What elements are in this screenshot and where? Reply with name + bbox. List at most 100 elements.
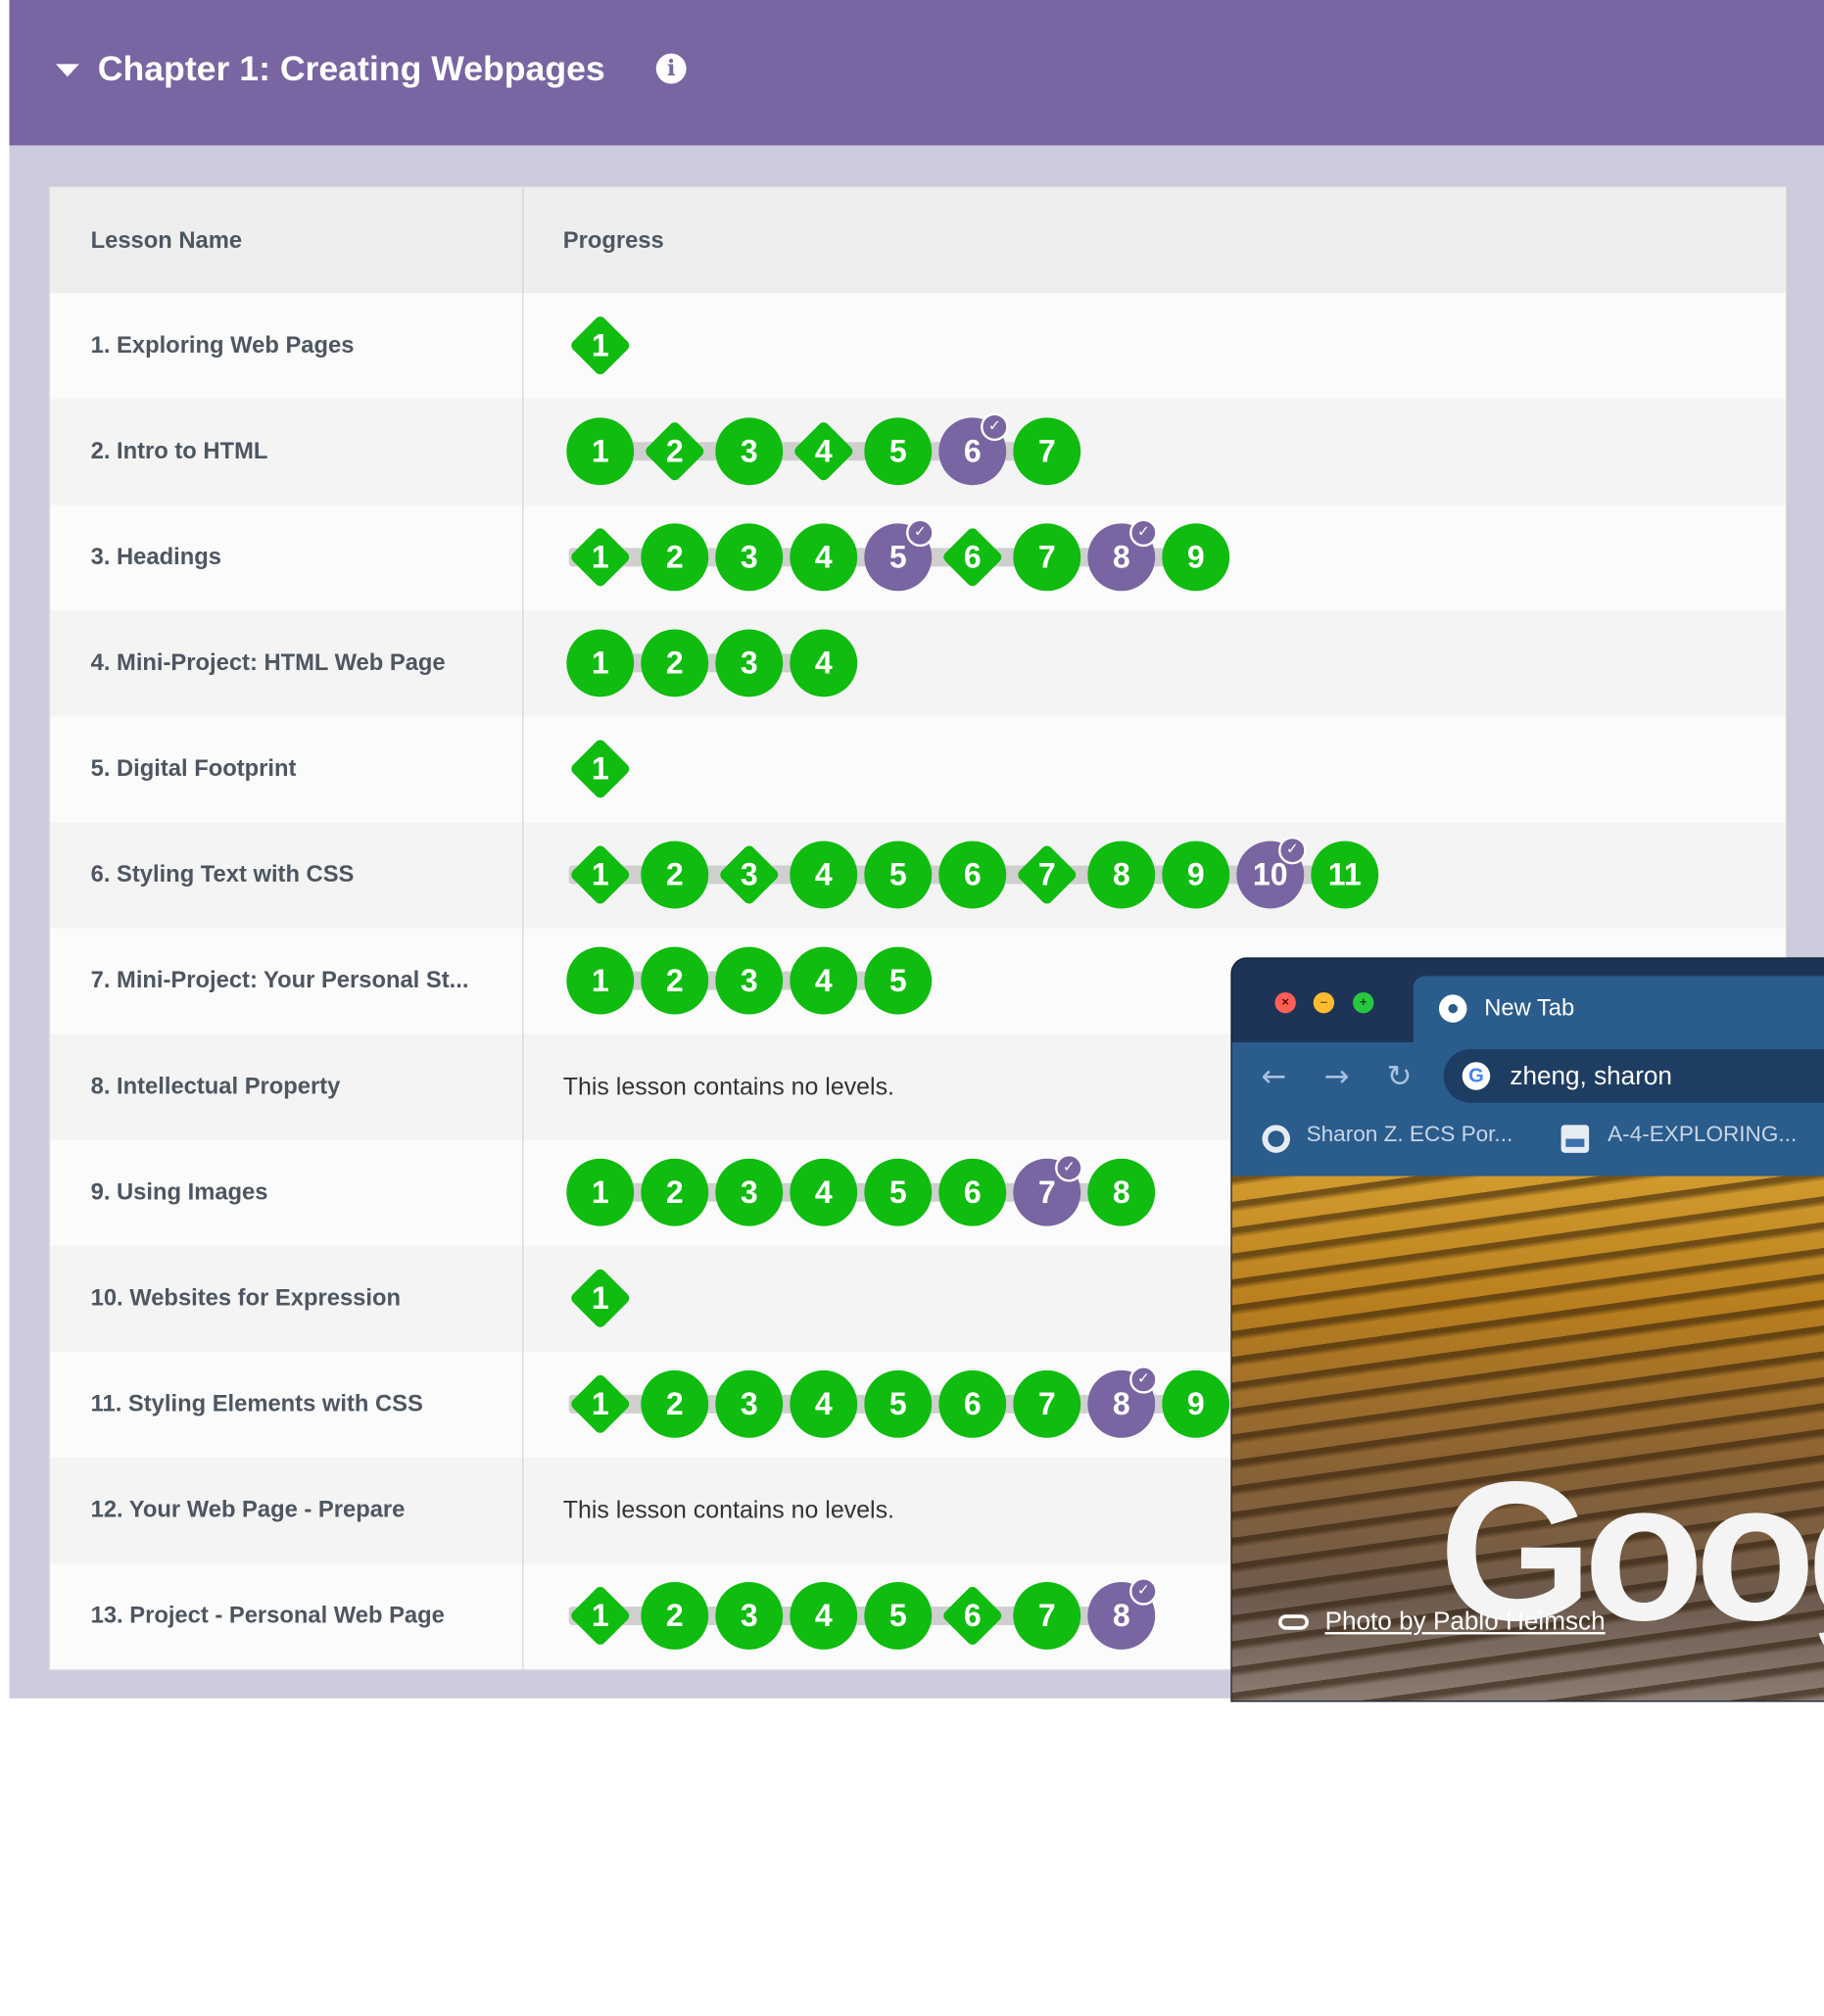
level-bubble[interactable]: 2 (641, 1582, 708, 1650)
browser-tab[interactable]: New Tab (1414, 976, 1824, 1042)
chapter-header[interactable]: Chapter 1: Creating Webpages i (10, 0, 1824, 145)
level-number: 1 (566, 312, 634, 379)
level-bubble[interactable]: 5 (864, 417, 932, 485)
level-bubble[interactable]: 9 (1162, 1370, 1229, 1438)
level-bubble[interactable]: 4 (790, 523, 857, 591)
level-bubble[interactable]: 4 (790, 629, 857, 696)
level-bubble[interactable]: 8 (1087, 841, 1155, 909)
lesson-name[interactable]: 6. Styling Text with CSS (91, 823, 355, 929)
browser-toolbar: ← → ↻ G zheng, sharon Sharon Z. ECS Por.… (1232, 1042, 1824, 1176)
level-bubble[interactable]: 5✓ (864, 523, 932, 591)
level-bubble[interactable]: 9 (1162, 841, 1229, 909)
level-bubble[interactable]: 2 (641, 1159, 708, 1226)
level-bubble[interactable]: 1 (566, 523, 634, 591)
level-bubble[interactable]: 1 (566, 1265, 634, 1332)
bookmark-exploring[interactable]: A-4-EXPLORING... (1608, 1115, 1797, 1157)
collapse-caret-icon[interactable] (56, 64, 79, 76)
level-bubble[interactable]: 6 (938, 841, 1006, 909)
level-bubble[interactable]: 7 (1013, 523, 1080, 591)
level-bubble[interactable]: 1 (566, 1582, 634, 1650)
level-bubble[interactable]: 6 (938, 1370, 1006, 1438)
level-bubble[interactable]: 5 (864, 1159, 932, 1226)
level-bubble[interactable]: 10✓ (1236, 841, 1304, 909)
level-bubble[interactable]: 6✓ (938, 417, 1006, 485)
info-icon[interactable]: i (656, 54, 687, 84)
level-bubble[interactable]: 3 (715, 1159, 783, 1226)
level-number: 1 (566, 629, 634, 696)
level-bubble[interactable]: 2 (641, 947, 708, 1015)
minimize-window-button[interactable]: – (1314, 992, 1334, 1013)
photo-credit-link[interactable]: Photo by Pablo Heimsch (1325, 1607, 1606, 1637)
level-bubble[interactable]: 5 (864, 1370, 932, 1438)
address-bar-text[interactable]: zheng, sharon (1510, 1049, 1672, 1103)
level-bubble[interactable]: 3 (715, 523, 783, 591)
level-bubble[interactable]: 7✓ (1013, 1159, 1080, 1226)
lesson-name[interactable]: 8. Intellectual Property (91, 1034, 341, 1140)
reload-icon[interactable]: ↻ (1381, 1059, 1418, 1096)
browser-window[interactable]: × – + New Tab ← → ↻ G zheng, sharon Shar… (1230, 957, 1824, 1702)
check-badge-icon: ✓ (981, 413, 1009, 442)
maximize-window-button[interactable]: + (1353, 992, 1373, 1013)
lesson-name[interactable]: 10. Websites for Expression (91, 1246, 401, 1352)
no-levels-message: This lesson contains no levels. (563, 1034, 894, 1140)
lesson-name[interactable]: 4. Mini-Project: HTML Web Page (91, 610, 446, 716)
level-bubble[interactable]: 1 (566, 312, 634, 379)
level-bubble[interactable]: 8✓ (1087, 523, 1155, 591)
level-bubble[interactable]: 4 (790, 417, 857, 485)
level-bubble[interactable]: 3 (715, 1582, 783, 1650)
level-bubble[interactable]: 5 (864, 947, 932, 1015)
level-bubble[interactable]: 11 (1311, 841, 1378, 909)
level-bubble[interactable]: 5 (864, 841, 932, 909)
level-bubble[interactable]: 8✓ (1087, 1370, 1155, 1438)
level-bubble[interactable]: 1 (566, 629, 634, 696)
level-number: 9 (1162, 523, 1229, 591)
level-bubble[interactable]: 4 (790, 1582, 857, 1650)
level-bubble[interactable]: 4 (790, 1159, 857, 1226)
level-bubble[interactable]: 2 (641, 523, 708, 591)
level-bubble[interactable]: 2 (641, 629, 708, 696)
lesson-name[interactable]: 1. Exploring Web Pages (91, 293, 355, 399)
level-number: 3 (715, 629, 783, 696)
level-bubble[interactable]: 3 (715, 629, 783, 696)
level-bubble[interactable]: 1 (566, 417, 634, 485)
lesson-name[interactable]: 11. Styling Elements with CSS (91, 1352, 423, 1458)
level-bubble[interactable]: 3 (715, 1370, 783, 1438)
level-bubble[interactable]: 8✓ (1087, 1582, 1155, 1650)
level-bubble[interactable]: 4 (790, 947, 857, 1015)
forward-arrow-icon[interactable]: → (1318, 1059, 1355, 1096)
level-bubble[interactable]: 6 (938, 523, 1006, 591)
lesson-name[interactable]: 2. Intro to HTML (91, 399, 268, 504)
level-bubble[interactable]: 2 (641, 417, 708, 485)
level-bubble[interactable]: 6 (938, 1159, 1006, 1226)
bookmark-portfolio[interactable]: Sharon Z. ECS Por... (1307, 1115, 1513, 1157)
level-bubble[interactable]: 4 (790, 841, 857, 909)
address-bar[interactable]: G zheng, sharon (1444, 1049, 1824, 1103)
level-bubble[interactable]: 1 (566, 1159, 634, 1226)
lesson-name[interactable]: 3. Headings (91, 504, 221, 610)
level-bubble[interactable]: 3 (715, 417, 783, 485)
close-window-button[interactable]: × (1275, 992, 1296, 1013)
level-bubble[interactable]: 3 (715, 947, 783, 1015)
level-bubble[interactable]: 3 (715, 841, 783, 909)
lesson-name[interactable]: 5. Digital Footprint (91, 717, 297, 823)
level-bubble[interactable]: 7 (1013, 1582, 1080, 1650)
level-bubble[interactable]: 5 (864, 1582, 932, 1650)
level-bubble[interactable]: 2 (641, 841, 708, 909)
level-bubble[interactable]: 1 (566, 736, 634, 803)
level-bubble[interactable]: 1 (566, 841, 634, 909)
lesson-name[interactable]: 7. Mini-Project: Your Personal St... (91, 929, 469, 1034)
level-bubble[interactable]: 1 (566, 947, 634, 1015)
level-bubble[interactable]: 7 (1013, 841, 1080, 909)
level-bubble[interactable]: 4 (790, 1370, 857, 1438)
lesson-name[interactable]: 12. Your Web Page - Prepare (91, 1458, 406, 1563)
lesson-name[interactable]: 9. Using Images (91, 1140, 268, 1246)
level-bubble[interactable]: 8 (1087, 1159, 1155, 1226)
level-bubble[interactable]: 2 (641, 1370, 708, 1438)
level-bubble[interactable]: 6 (938, 1582, 1006, 1650)
level-bubble[interactable]: 1 (566, 1370, 634, 1438)
lesson-name[interactable]: 13. Project - Personal Web Page (91, 1563, 445, 1669)
level-bubble[interactable]: 9 (1162, 523, 1229, 591)
level-bubble[interactable]: 7 (1013, 1370, 1080, 1438)
level-bubble[interactable]: 7 (1013, 417, 1080, 485)
back-arrow-icon[interactable]: ← (1255, 1059, 1292, 1096)
